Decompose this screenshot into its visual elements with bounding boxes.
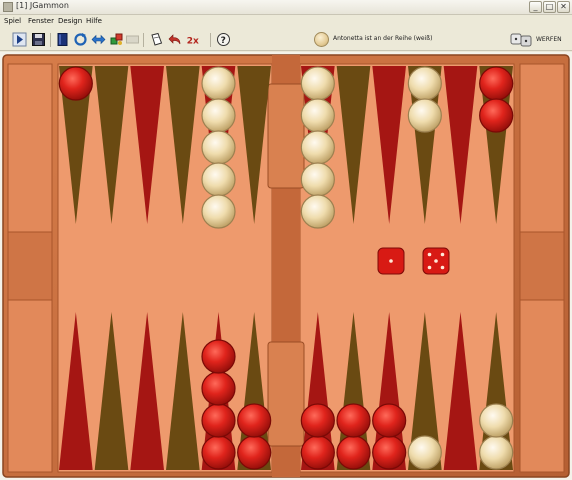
right-tray-divider [519, 231, 565, 301]
red-checker[interactable] [237, 403, 272, 438]
board-canvas [0, 52, 572, 480]
die-pip [434, 259, 438, 263]
puzzle-icon [110, 33, 123, 45]
red-checker[interactable] [372, 435, 407, 470]
swap-button[interactable] [91, 32, 106, 47]
bar-hinge-bottom [267, 341, 305, 447]
roll-button-label: WERFEN [536, 36, 562, 43]
red-checker[interactable] [300, 403, 335, 438]
cream-checker[interactable] [300, 194, 335, 229]
menu-design[interactable]: Design [58, 17, 82, 25]
left-tray-divider [7, 231, 53, 301]
cream-checker[interactable] [201, 66, 236, 101]
minimize-button[interactable]: _ [529, 1, 542, 13]
die-pip [440, 252, 445, 257]
red-checker[interactable] [336, 435, 371, 470]
red-checker[interactable] [237, 435, 272, 470]
menu-bar: Spiel Fenster Design Hilfe [0, 15, 572, 29]
double-label: 2x [187, 36, 199, 46]
red-checker[interactable] [372, 403, 407, 438]
maximize-button[interactable]: □ [543, 1, 556, 13]
red-checker[interactable] [336, 403, 371, 438]
red-checker[interactable] [201, 339, 236, 374]
cream-checker[interactable] [300, 98, 335, 133]
red-checker[interactable] [479, 98, 514, 133]
die-pip [440, 265, 445, 270]
cream-checker[interactable] [300, 130, 335, 165]
menu-spiel[interactable]: Spiel [4, 17, 21, 25]
die-pip [427, 265, 432, 270]
current-player-chip [314, 32, 329, 47]
toolbar-separator [143, 33, 144, 47]
red-checker[interactable] [201, 371, 236, 406]
help-label: ? [221, 36, 226, 46]
cream-checker[interactable] [300, 162, 335, 197]
left-field [57, 63, 273, 473]
cream-checker[interactable] [201, 98, 236, 133]
refresh-icon [74, 33, 87, 46]
close-button[interactable]: ✕ [557, 1, 570, 13]
turn-status-text: Antonetta ist an der Reihe (weiß) [333, 35, 433, 42]
cream-checker[interactable] [201, 194, 236, 229]
help-icon: ? [217, 33, 230, 46]
double-icon: 2x [187, 36, 199, 46]
blank-button[interactable] [125, 32, 140, 47]
die-pip [389, 259, 393, 263]
die-pip [427, 252, 432, 257]
backgammon-board [0, 52, 572, 480]
undo-icon [168, 34, 181, 45]
cream-checker[interactable] [201, 162, 236, 197]
red-checker[interactable] [201, 403, 236, 438]
cream-checker[interactable] [407, 98, 442, 133]
cream-checker[interactable] [407, 435, 442, 470]
red-checker[interactable] [479, 66, 514, 101]
toolbar-separator [210, 33, 211, 47]
paper-icon [151, 32, 163, 46]
puzzle-button[interactable] [109, 32, 124, 47]
swap-icon [91, 34, 106, 45]
title-bar[interactable]: [1] JGammon _ □ ✕ [0, 0, 572, 15]
dice-icon [510, 33, 532, 47]
undo-button[interactable] [167, 32, 182, 47]
red-checker[interactable] [58, 66, 93, 101]
red-checker[interactable] [300, 435, 335, 470]
play-button[interactable] [12, 32, 27, 47]
play-icon [12, 32, 27, 47]
save-button[interactable] [31, 32, 46, 47]
cream-checker[interactable] [300, 66, 335, 101]
menu-fenster[interactable]: Fenster [28, 17, 54, 25]
double-button[interactable]: 2x [186, 32, 206, 47]
roll-button[interactable]: WERFEN [509, 31, 569, 49]
toolbar: 2x ? [0, 29, 572, 51]
window-title: [1] JGammon [16, 1, 69, 10]
blank-icon [126, 35, 139, 44]
cream-checker[interactable] [479, 435, 514, 470]
cream-checker[interactable] [407, 66, 442, 101]
paper-button[interactable] [149, 32, 164, 47]
toolbar-separator [50, 33, 51, 47]
cream-checker[interactable] [201, 130, 236, 165]
bar-hinge-top [267, 83, 305, 189]
app-window: [1] JGammon _ □ ✕ Spiel Fenster Design H… [0, 0, 572, 480]
save-icon [32, 33, 45, 46]
help-button[interactable]: ? [216, 32, 231, 47]
book-button[interactable] [55, 32, 70, 47]
book-icon [57, 33, 68, 46]
red-checker[interactable] [201, 435, 236, 470]
refresh-button[interactable] [73, 32, 88, 47]
app-icon [3, 2, 13, 12]
cream-checker[interactable] [479, 403, 514, 438]
menu-hilfe[interactable]: Hilfe [86, 17, 102, 25]
right-field [299, 63, 515, 473]
